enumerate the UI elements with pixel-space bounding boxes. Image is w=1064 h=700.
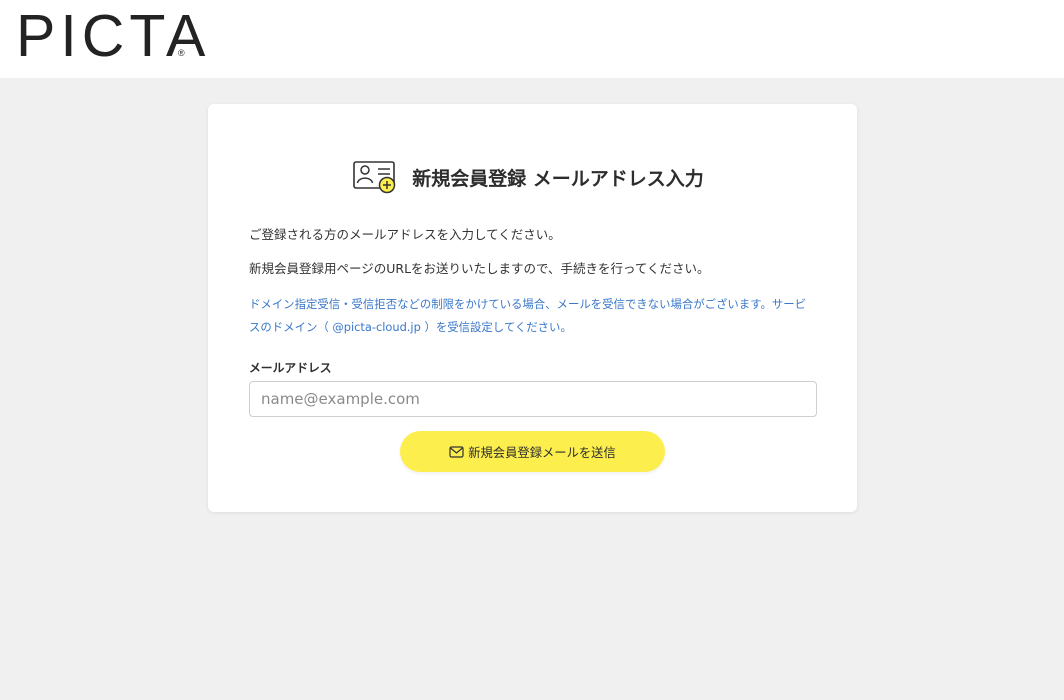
send-registration-email-label: 新規会員登録メールを送信: [468, 445, 616, 460]
send-registration-email-button[interactable]: 新規会員登録メールを送信: [400, 431, 665, 472]
domain-notice: ドメイン指定受信・受信拒否などの制限をかけている場合、メールを受信できない場合が…: [249, 293, 829, 339]
email-field[interactable]: [249, 381, 817, 417]
registration-card: 新規会員登録 メールアドレス入力 ご登録される方のメールアドレスを入力してくださ…: [208, 104, 857, 512]
user-card-add-icon: [353, 160, 397, 194]
domain-notice-line-2: スのドメイン（ @picta-cloud.jp ）を受信設定してください。: [249, 320, 572, 334]
page-title: 新規会員登録 メールアドレス入力: [412, 167, 704, 190]
description-line-2: 新規会員登録用ページのURLをお送りいたしますので、手続きを行ってください。: [249, 261, 710, 276]
top-header: PICTA ®: [0, 0, 1064, 78]
picta-logo[interactable]: PICTA: [16, 4, 210, 68]
envelope-icon: [449, 445, 464, 458]
card-title-row: 新規会員登録 メールアドレス入力: [208, 160, 857, 194]
email-field-label: メールアドレス: [249, 361, 332, 375]
registered-mark: ®: [178, 48, 185, 58]
description-line-1: ご登録される方のメールアドレスを入力してください。: [249, 227, 561, 242]
domain-notice-line-1: ドメイン指定受信・受信拒否などの制限をかけている場合、メールを受信できない場合が…: [249, 297, 807, 311]
